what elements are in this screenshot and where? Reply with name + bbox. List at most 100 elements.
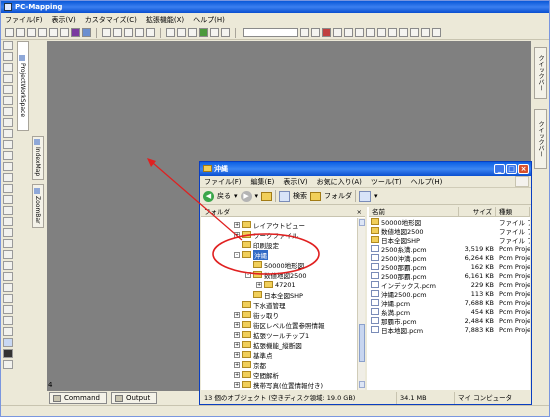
menu-view[interactable]: 表示(V) xyxy=(52,15,76,25)
collapse-icon[interactable]: - xyxy=(245,271,251,278)
layer-icon[interactable] xyxy=(71,28,80,37)
measure-tool-icon[interactable] xyxy=(3,250,13,259)
expand-icon[interactable]: + xyxy=(234,361,240,368)
expand-icon[interactable]: + xyxy=(234,231,240,238)
grid-icon[interactable] xyxy=(300,28,309,37)
tab-project-workspace[interactable]: ProjectWorkSpace xyxy=(17,41,29,131)
tree-item[interactable]: + 携帯写真(位置情報付き) xyxy=(234,379,323,390)
rectangle-tool-icon[interactable] xyxy=(3,96,13,105)
menu-help[interactable]: ヘルプ(H) xyxy=(193,15,225,25)
menu-extensions[interactable]: 拡張機能(X) xyxy=(146,15,184,25)
image-tool-icon[interactable] xyxy=(3,305,13,314)
zoom-in-icon[interactable] xyxy=(166,28,175,37)
menu-favorites[interactable]: お気に入り(A) xyxy=(317,177,362,187)
print-preview-icon[interactable] xyxy=(60,28,69,37)
print-icon[interactable] xyxy=(49,28,58,37)
layer-tool-icon[interactable] xyxy=(3,316,13,325)
zoom-out-icon[interactable] xyxy=(177,28,186,37)
paste-icon[interactable] xyxy=(146,28,155,37)
forward-arrow-icon[interactable]: ▶ xyxy=(240,190,252,202)
scale-bar-icon[interactable] xyxy=(399,28,408,37)
scale-dropdown[interactable] xyxy=(243,28,298,37)
vertex-tool-icon[interactable] xyxy=(3,184,13,193)
label-tool-icon[interactable] xyxy=(3,283,13,292)
undo-icon[interactable] xyxy=(102,28,111,37)
folder-pane-scrollbar[interactable] xyxy=(357,218,365,390)
expand-icon[interactable]: + xyxy=(234,381,240,388)
up-folder-icon[interactable] xyxy=(261,191,273,201)
identify-tool-icon[interactable] xyxy=(3,272,13,281)
buffer-tool-icon[interactable] xyxy=(3,217,13,226)
views-dropdown-icon[interactable]: ▾ xyxy=(374,192,378,200)
north-arrow-icon[interactable] xyxy=(388,28,397,37)
tab-output[interactable]: Output xyxy=(110,392,158,404)
new-icon[interactable] xyxy=(5,28,14,37)
close-pane-icon[interactable]: × xyxy=(357,207,362,217)
explorer-title-bar[interactable]: 沖縄 _ □ × xyxy=(200,162,531,176)
group-tool-icon[interactable] xyxy=(3,327,13,336)
tab-zoom-bar[interactable]: ZoomBar xyxy=(32,184,44,228)
ellipse-tool-icon[interactable] xyxy=(3,118,13,127)
layer-list-icon[interactable] xyxy=(333,28,342,37)
text-icon[interactable] xyxy=(410,28,419,37)
folders-button[interactable]: フォルダ xyxy=(324,191,352,201)
collapse-icon[interactable]: - xyxy=(234,251,240,258)
expand-icon[interactable]: + xyxy=(234,221,240,228)
text-tool-icon[interactable] xyxy=(3,140,13,149)
menu-file[interactable]: ファイル(F) xyxy=(5,15,43,25)
file-row[interactable]: 日本地図.pcm 7,883 KB Pcm Proje xyxy=(369,325,530,335)
menu-view[interactable]: 表示(V) xyxy=(283,177,307,187)
pointer-tool-icon[interactable] xyxy=(3,41,13,50)
selected-tool-icon[interactable] xyxy=(3,338,13,347)
forward-dropdown-icon[interactable]: ▾ xyxy=(255,192,259,200)
menu-edit[interactable]: 編集(E) xyxy=(251,177,275,187)
search-icon[interactable] xyxy=(279,190,291,202)
line-tool-icon[interactable] xyxy=(3,63,13,72)
circle-tool-icon[interactable] xyxy=(3,107,13,116)
open-icon[interactable] xyxy=(16,28,25,37)
menu-customize[interactable]: カスタマイズ(C) xyxy=(85,15,137,25)
fill-tool-icon[interactable] xyxy=(3,349,13,358)
merge-tool-icon[interactable] xyxy=(3,206,13,215)
redo-icon[interactable] xyxy=(113,28,122,37)
menu-file[interactable]: ファイル(F) xyxy=(204,177,242,187)
symbol-tool-icon[interactable] xyxy=(3,294,13,303)
maximize-button[interactable]: □ xyxy=(506,164,517,174)
column-size[interactable]: サイズ xyxy=(459,207,496,216)
scale-tool-icon[interactable] xyxy=(3,173,13,182)
expand-icon[interactable]: + xyxy=(234,321,240,328)
tab-quick-bar-2[interactable]: クイックバー xyxy=(534,109,547,169)
tab-index-map[interactable]: IndexMap xyxy=(32,136,44,180)
attribute-table-icon[interactable] xyxy=(344,28,353,37)
scroll-up-icon[interactable] xyxy=(359,219,365,226)
clip-tool-icon[interactable] xyxy=(3,228,13,237)
rotate-tool-icon[interactable] xyxy=(3,162,13,171)
polyline-tool-icon[interactable] xyxy=(3,74,13,83)
back-dropdown-icon[interactable]: ▾ xyxy=(234,192,238,200)
refresh-icon[interactable] xyxy=(199,28,208,37)
polygon-tool-icon[interactable] xyxy=(3,85,13,94)
expand-icon[interactable]: + xyxy=(234,371,240,378)
minimize-button[interactable]: _ xyxy=(494,164,505,174)
scroll-thumb[interactable] xyxy=(359,324,365,362)
expand-icon[interactable]: + xyxy=(256,281,262,288)
close-button[interactable]: × xyxy=(518,164,529,174)
save-icon[interactable] xyxy=(27,28,36,37)
search-button[interactable]: 検索 xyxy=(293,191,307,201)
expand-icon[interactable]: + xyxy=(234,351,240,358)
area-tool-icon[interactable] xyxy=(3,261,13,270)
info-icon[interactable] xyxy=(366,28,375,37)
arc-tool-icon[interactable] xyxy=(3,129,13,138)
menu-tools[interactable]: ツール(T) xyxy=(371,177,402,187)
expand-icon[interactable]: + xyxy=(234,341,240,348)
back-button[interactable]: 戻る xyxy=(217,191,231,201)
scroll-down-icon[interactable] xyxy=(359,381,365,388)
back-arrow-icon[interactable]: ◀ xyxy=(203,190,214,202)
split-tool-icon[interactable] xyxy=(3,195,13,204)
copy-icon[interactable] xyxy=(135,28,144,37)
column-type[interactable]: 種類 xyxy=(496,207,530,216)
app-title-bar[interactable]: PC-Mapping xyxy=(1,1,549,13)
erase-tool-icon[interactable] xyxy=(3,360,13,369)
select-icon[interactable] xyxy=(210,28,219,37)
snap-icon[interactable] xyxy=(311,28,320,37)
